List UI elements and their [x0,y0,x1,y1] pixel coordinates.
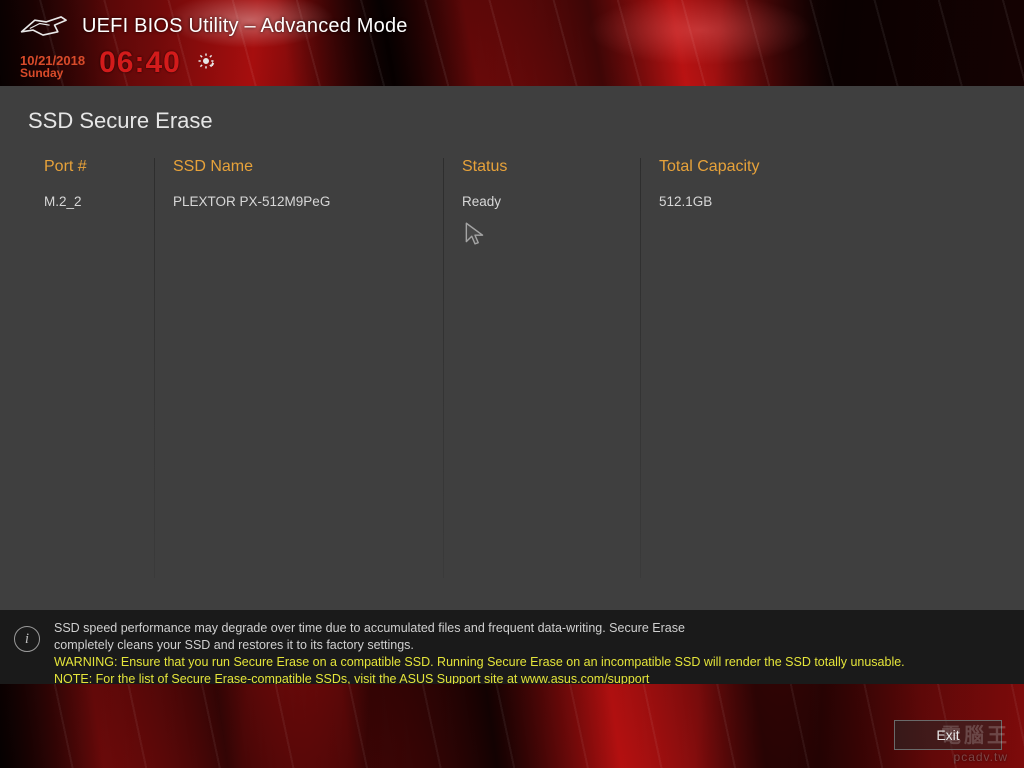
info-icon: i [14,626,40,652]
column-port: Port # M.2_2 [44,158,154,578]
rog-logo-icon [18,12,68,40]
column-separator [154,158,155,578]
info-warning: WARNING: Ensure that you run Secure Eras… [54,654,905,671]
column-status: Status Ready [462,158,640,578]
date-block: 10/21/2018 Sunday [20,54,85,80]
info-line-2: completely cleans your SSD and restores … [54,637,905,654]
cell-capacity[interactable]: 512.1GB [659,194,984,209]
watermark-text: pcadv.tw [954,750,1008,764]
settings-gear-icon[interactable] [197,52,215,70]
datetime-row: 10/21/2018 Sunday 06:40 [18,46,1006,80]
day-text: Sunday [20,67,85,80]
title-row: UEFI BIOS Utility – Advanced Mode [18,12,1006,40]
ssd-table: Port # M.2_2 SSD Name PLEXTOR PX-512M9Pe… [0,158,1024,578]
column-header-port: Port # [44,158,144,194]
date-text: 10/21/2018 [20,54,85,68]
cell-port[interactable]: M.2_2 [44,194,144,209]
column-capacity: Total Capacity 512.1GB [659,158,994,578]
column-header-name: SSD Name [173,158,433,194]
column-header-status: Status [462,158,630,194]
column-ssd-name: SSD Name PLEXTOR PX-512M9PeG [173,158,443,578]
info-text: SSD speed performance may degrade over t… [54,620,905,688]
cell-name[interactable]: PLEXTOR PX-512M9PeG [173,194,433,209]
column-header-capacity: Total Capacity [659,158,984,194]
column-separator [640,158,641,578]
watermark-logo: 電腦王 [941,719,1010,748]
cell-status[interactable]: Ready [462,194,630,209]
column-separator [443,158,444,578]
footer-sheen [0,684,1024,768]
header: UEFI BIOS Utility – Advanced Mode 10/21/… [0,0,1024,86]
info-panel: i SSD speed performance may degrade over… [0,610,1024,684]
main-panel: SSD Secure Erase Port # M.2_2 SSD Name P… [0,86,1024,610]
app-title: UEFI BIOS Utility – Advanced Mode [82,15,408,38]
clock-text: 06:40 [99,46,181,80]
mouse-cursor-icon [462,220,488,246]
page-title: SSD Secure Erase [0,102,1024,158]
info-line-1: SSD speed performance may degrade over t… [54,620,905,637]
